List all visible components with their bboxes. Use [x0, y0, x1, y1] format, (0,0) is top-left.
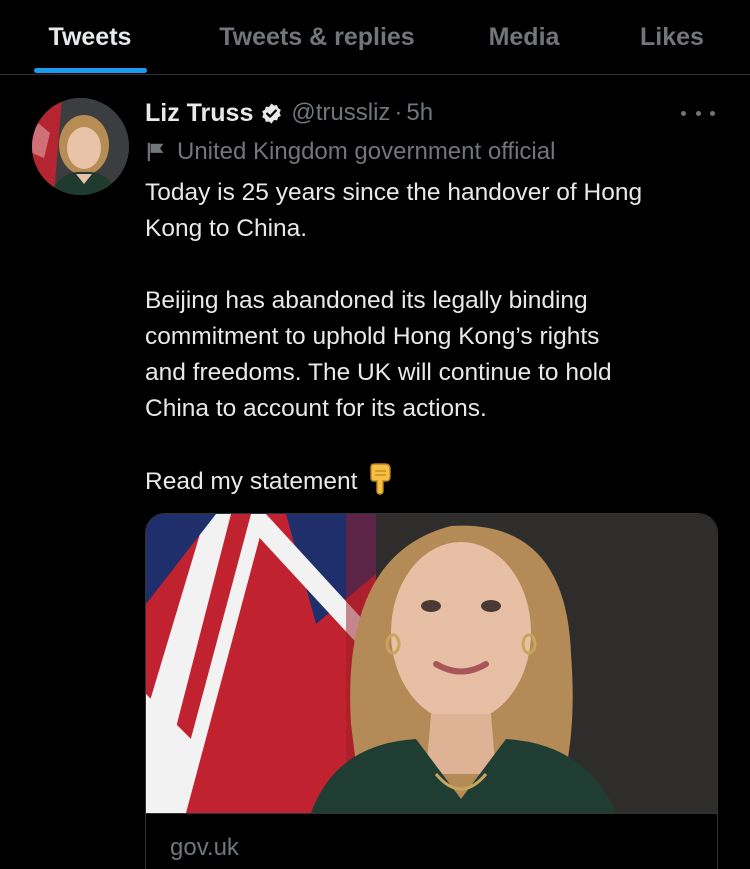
tweet-text-line: Beijing has abandoned its legally bindin… — [145, 287, 588, 314]
tweet-text-line: Kong to China. — [145, 215, 308, 242]
read-statement-text: Read my statement — [145, 468, 358, 495]
tab-tweets[interactable]: Tweets — [20, 0, 160, 74]
author-name[interactable]: Liz Truss — [145, 99, 253, 128]
verified-badge-icon — [262, 102, 282, 124]
tweet-text-line: and freedoms. The UK will continue to ho… — [145, 359, 612, 386]
profile-tabs: Tweets Tweets & replies Media Likes — [0, 0, 750, 75]
active-tab-indicator — [34, 68, 147, 73]
tweet-time[interactable]: 5h — [406, 99, 433, 127]
tab-media[interactable]: Media — [470, 0, 578, 74]
tab-tweets-and-replies[interactable]: Tweets & replies — [196, 0, 438, 74]
tab-likes[interactable]: Likes — [622, 0, 722, 74]
tweet-text: Today is 25 years since the handover of … — [145, 175, 730, 500]
tweet-text-line: China to account for its actions. — [145, 395, 487, 422]
more-icon[interactable] — [681, 98, 715, 128]
avatar-photo — [32, 98, 129, 195]
tweet-text-line: commitment to uphold Hong Kong’s rights — [145, 323, 600, 350]
card-image — [146, 514, 717, 813]
flag-icon — [147, 142, 164, 162]
government-label[interactable]: United Kingdom government official — [145, 135, 555, 169]
card-footer: gov.uk — [146, 813, 717, 869]
tweet-text-line-last: Read my statement — [145, 463, 730, 500]
tweet-header: Liz Truss @trussliz · 5h — [145, 96, 433, 130]
avatar[interactable] — [32, 98, 129, 195]
backhand-index-pointing-down-icon — [370, 463, 392, 495]
card-domain: gov.uk — [170, 834, 239, 861]
author-handle[interactable]: @trussliz — [291, 99, 390, 127]
link-card[interactable]: gov.uk — [145, 513, 718, 869]
label-text: United Kingdom government official — [177, 138, 556, 165]
separator-dot: · — [394, 99, 403, 126]
tweet-text-line: Today is 25 years since the handover of … — [145, 179, 643, 206]
